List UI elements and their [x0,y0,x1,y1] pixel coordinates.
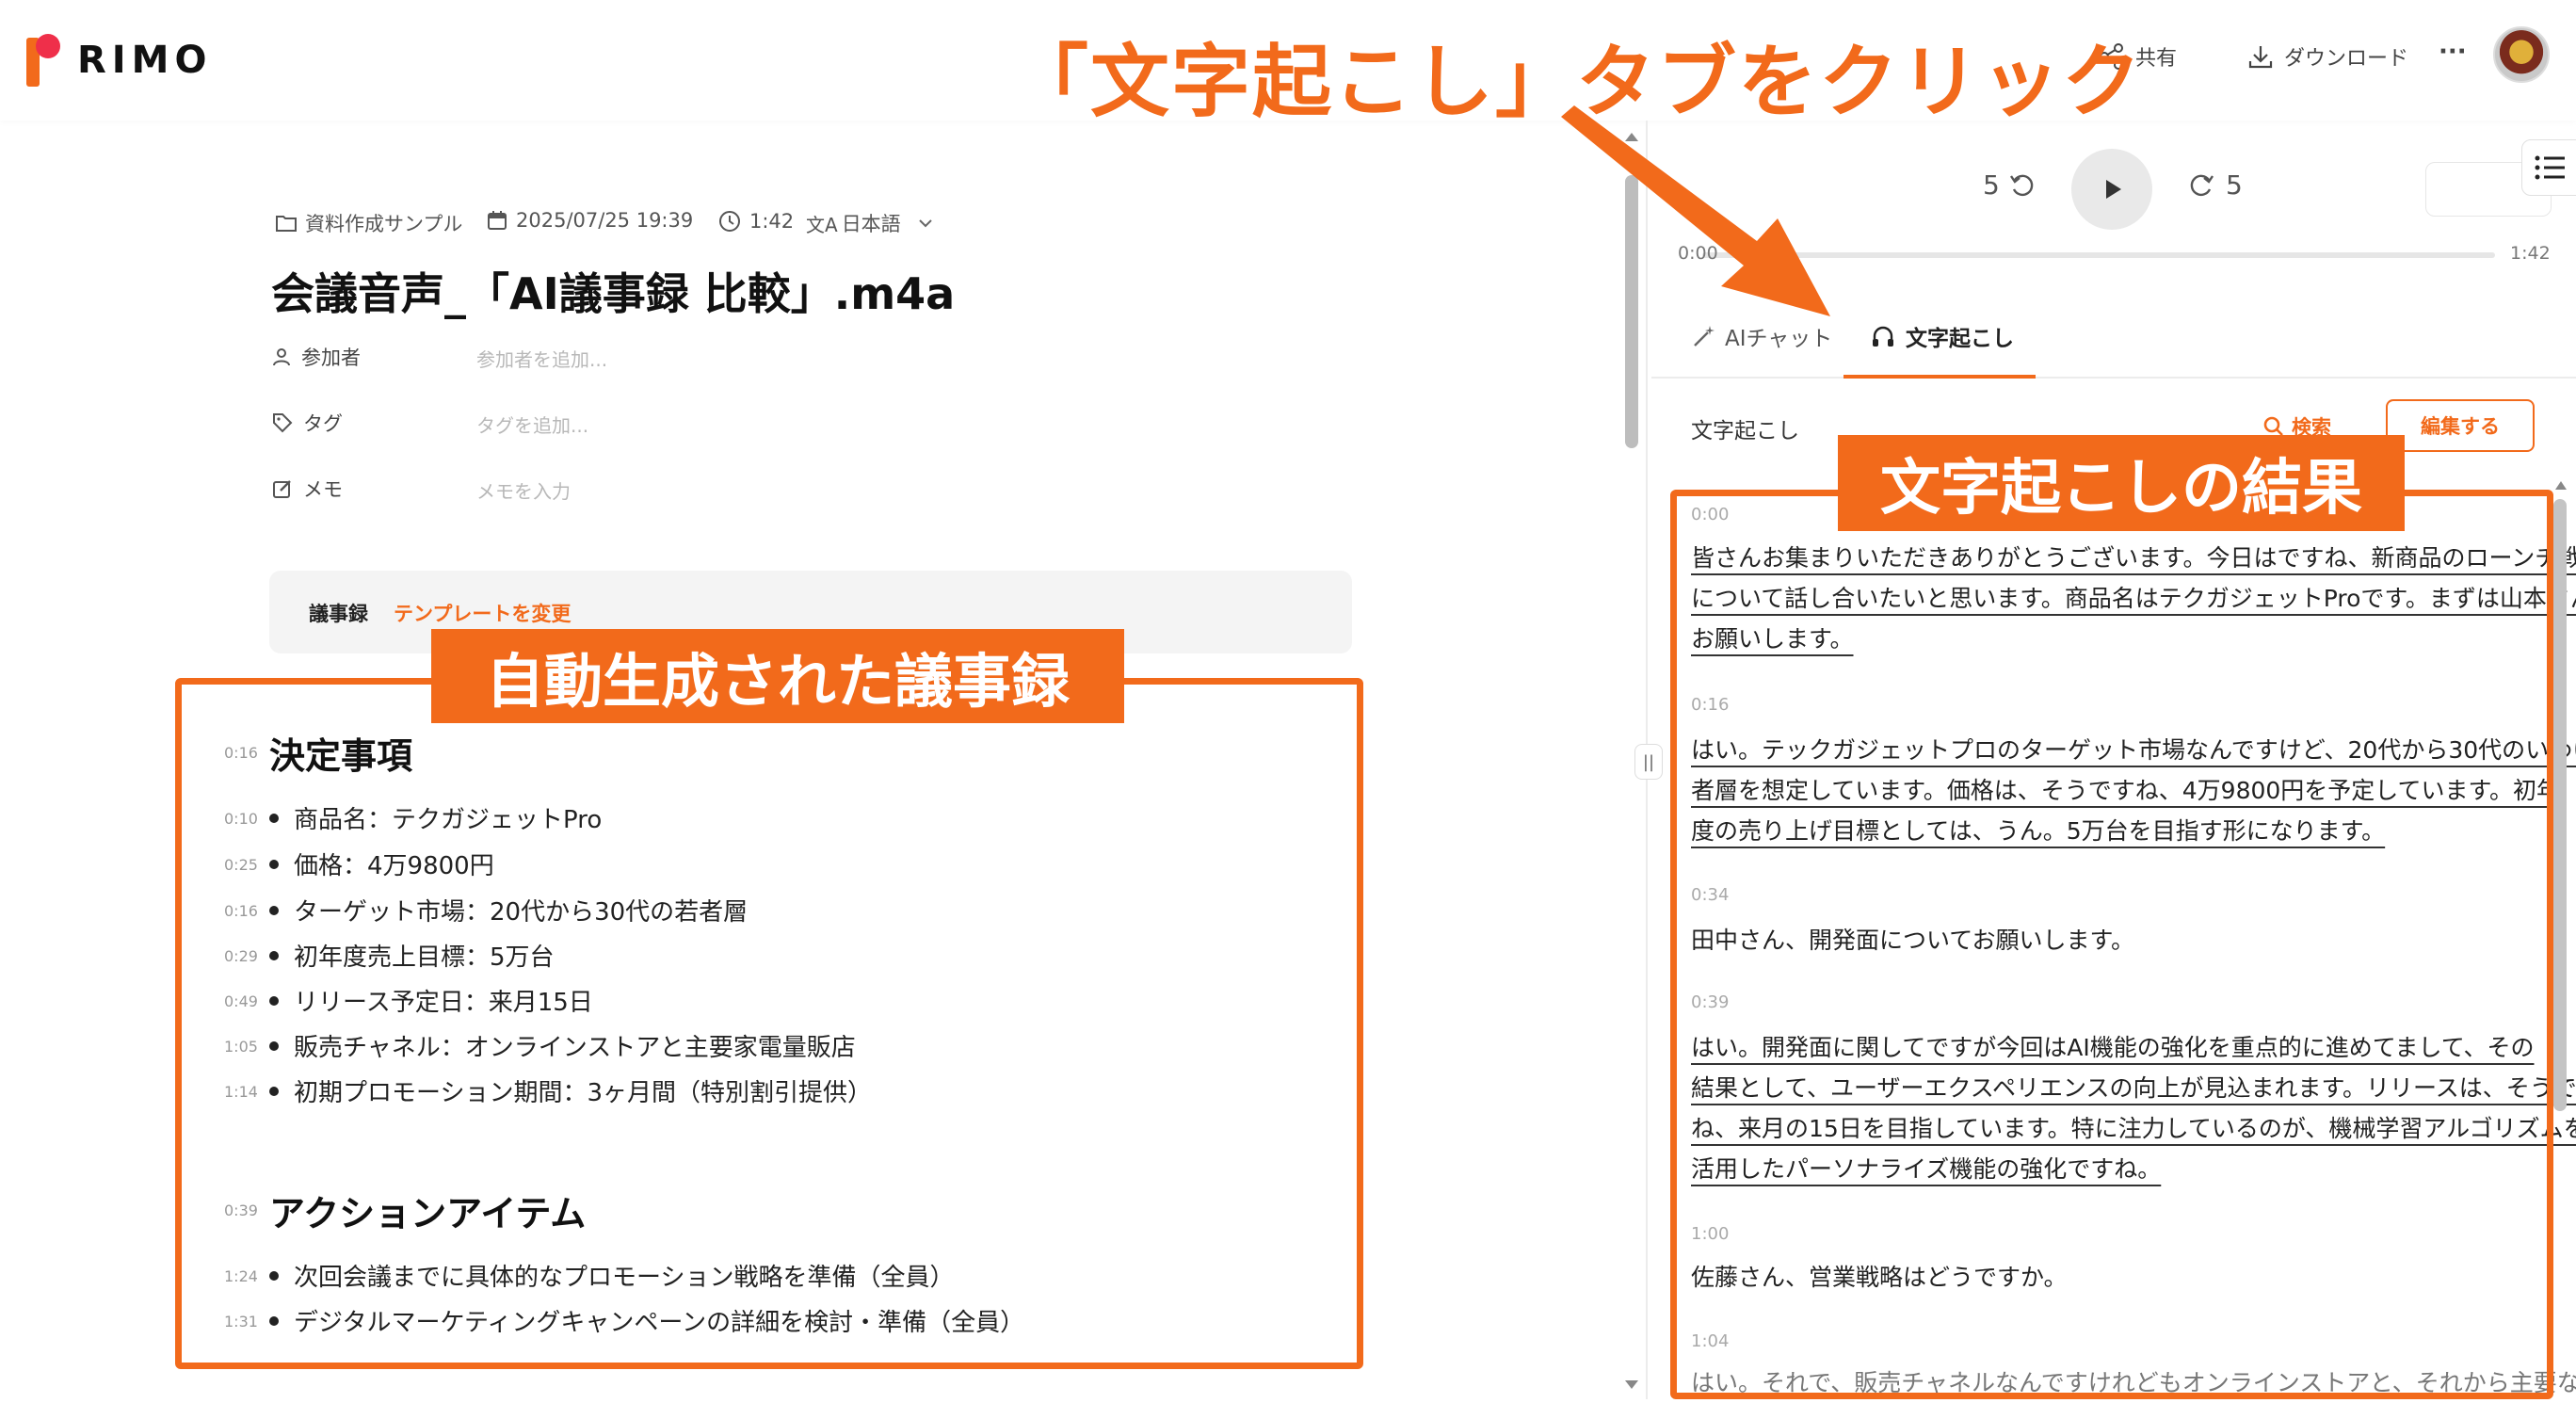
language-selector[interactable]: 文A 日本語 [806,209,944,237]
tab-transcript-label: 文字起こし [1906,327,2014,351]
date-value: 2025/07/25 19:39 [516,209,694,232]
user-avatar[interactable] [2493,26,2550,83]
transcript-callout-label: 文字起こしの結果 [1838,435,2405,531]
minutes-label: 議事録 [309,603,368,625]
tags-label: タグ [271,409,343,437]
rewind-icon [2009,174,2034,196]
more-menu-button[interactable]: ··· [2439,38,2467,66]
table-of-contents-button[interactable] [2521,139,2576,196]
download-button[interactable]: ダウンロード [2246,41,2408,72]
headphones-icon [1873,326,1893,347]
folder-meta[interactable]: 資料作成サンプル [275,209,462,237]
duration-meta: 1:42 [717,209,794,234]
transcript-scrollbar-thumb[interactable] [2553,499,2567,1111]
rimo-logo[interactable]: RIMO [26,34,213,87]
skip-back-seconds: 5 [1983,169,2000,201]
participants-field[interactable]: 参加者を追加... [476,345,607,372]
tabs-divider [1651,377,2576,379]
scroll-up-arrow-icon[interactable] [2553,478,2568,492]
edit-transcript-button[interactable]: 編集する [2386,399,2535,452]
memo-label: メモ [271,475,343,503]
language-value: 日本語 [841,213,901,235]
page-title[interactable]: 会議音声_「AI議事録 比較」.m4a [271,260,955,322]
download-label: ダウンロード [2284,47,2409,71]
participants-label: 参加者 [271,343,361,371]
logo-text: RIMO [77,39,213,82]
play-icon [2106,180,2121,199]
date-meta: 2025/07/25 19:39 [486,209,693,232]
memo-label-text: メモ [303,478,343,501]
memo-field[interactable]: メモを入力 [476,476,571,504]
clock-icon [719,211,740,232]
scroll-down-arrow-icon[interactable] [1623,1379,1640,1392]
calendar-icon [488,211,507,230]
duration-value: 1:42 [749,210,795,233]
chevron-down-icon [918,219,932,228]
folder-icon [276,216,297,232]
tags-field[interactable]: タグを追加... [476,411,588,438]
total-time: 1:42 [2510,243,2551,264]
callout-arrow-icon [1561,105,1830,316]
transcript-heading: 文字起こし [1691,419,1799,443]
play-button[interactable] [2071,149,2152,230]
folder-name: 資料作成サンプル [305,213,463,235]
download-icon [2248,46,2273,69]
person-icon [273,348,290,366]
resize-handle-icon[interactable]: || [1634,744,1663,780]
skip-forward-button[interactable]: 5 [2186,169,2243,201]
active-tab-indicator [1843,375,2036,379]
translate-icon: 文A [806,213,838,236]
rimo-logo-icon [26,34,64,87]
skip-forward-seconds: 5 [2226,169,2243,201]
minutes-callout-label: 自動生成された議事録 [431,629,1124,723]
minutes-highlight-box [175,678,1363,1369]
tag-icon [273,413,293,433]
skip-back-button[interactable]: 5 [1983,169,2037,201]
change-template-link[interactable]: テンプレートを変更 [394,599,571,627]
transcript-highlight-box [1670,490,2553,1399]
edit-icon [273,480,291,498]
forward-icon [2190,174,2214,196]
list-icon [2535,155,2565,180]
tags-label-text: タグ [303,412,343,435]
participants-label-text: 参加者 [301,347,361,369]
tab-transcript[interactable]: 文字起こし [1870,320,2014,352]
